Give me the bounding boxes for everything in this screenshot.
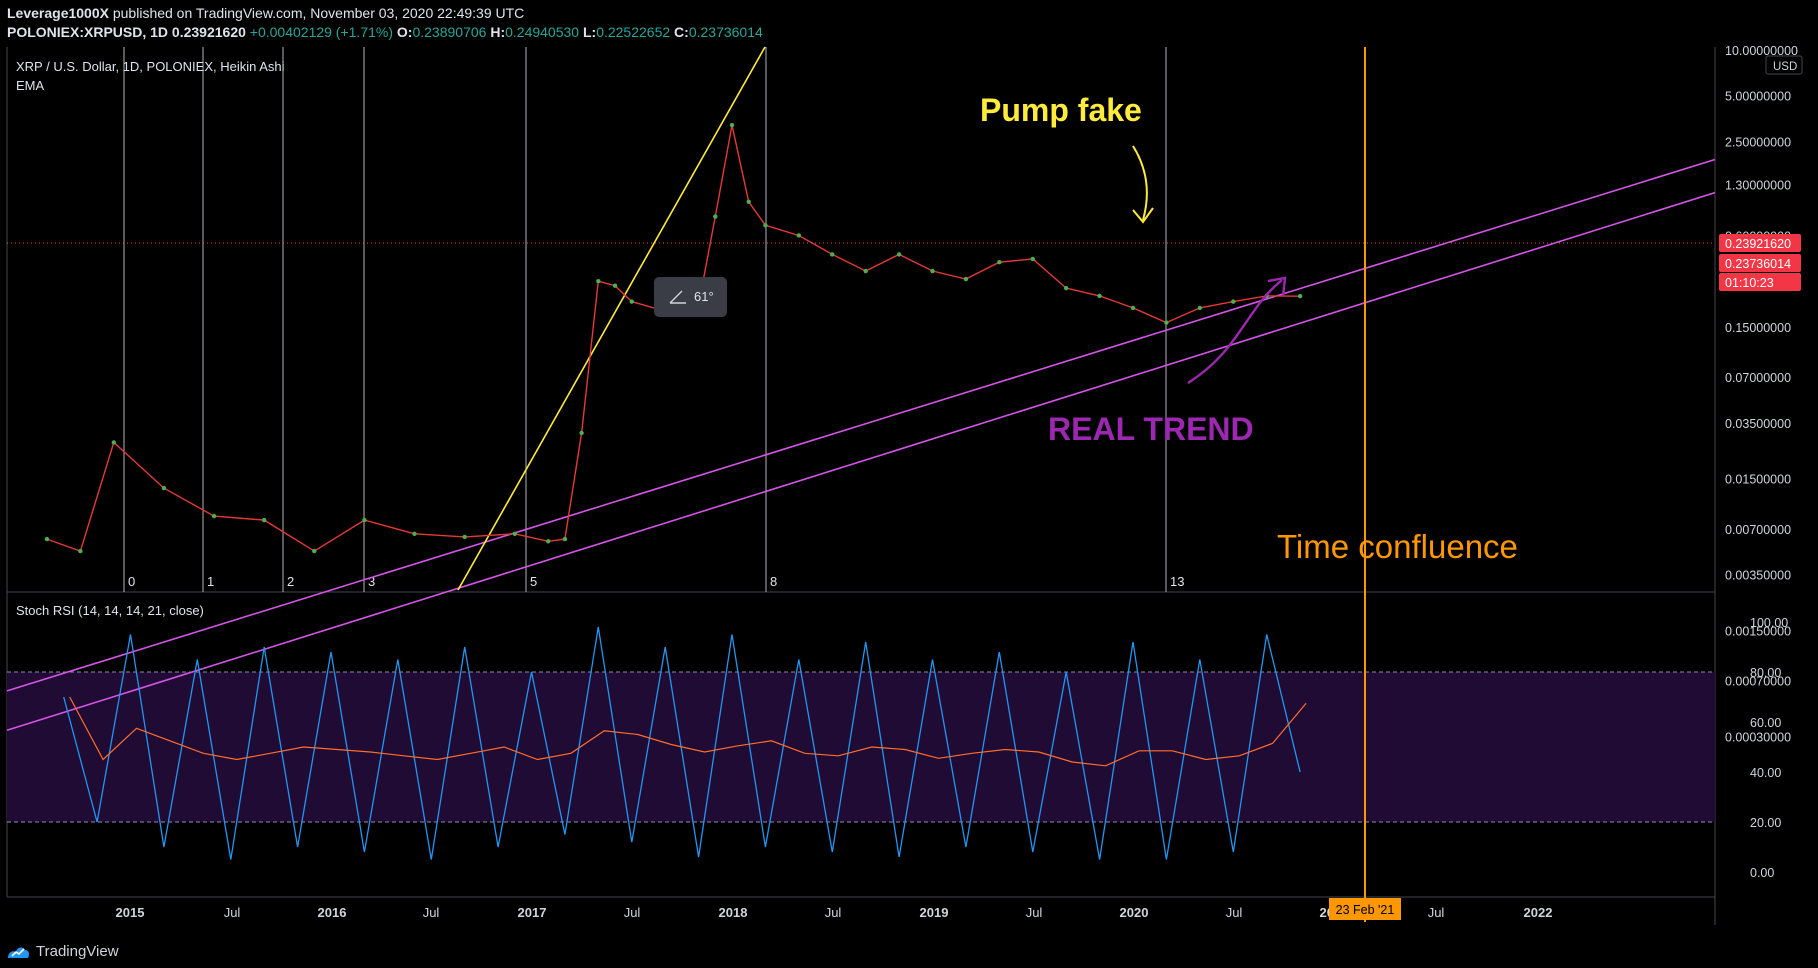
price-point [44,536,50,542]
time-tick-label: 2019 [920,905,949,920]
price-point [579,430,584,436]
time-tick-label: Jul [1428,905,1445,920]
time-tick-label: 2022 [1524,905,1553,920]
price-point [746,199,751,204]
price-point [161,485,167,491]
price-tick-label: 2.50000000 [1725,135,1791,149]
price-tick-label: 0.00350000 [1725,569,1791,583]
stoch-tick-label: 40.00 [1750,766,1781,780]
angle-value: 61° [694,289,714,304]
price-point [546,539,551,544]
price-point [312,548,317,554]
pump-fake-arrow [1132,145,1148,221]
time-tick-label: 2020 [1120,905,1149,920]
angle-badge [654,277,727,317]
angle-line [457,46,766,591]
price-tick-label: 0.03500000 [1725,417,1791,431]
price-label: 0.23736014 [1725,257,1791,271]
price-tick-label: 1.30000000 [1725,179,1791,193]
price-point [1297,293,1303,299]
stoch-band [7,672,1715,822]
price-point [596,278,601,284]
price-point [729,122,735,128]
time-tick-label: Jul [825,905,842,920]
price-tick-label: 0.07000000 [1725,371,1791,385]
price-point [1130,305,1136,311]
cycle-marker: 1 [207,574,214,589]
annotation-time-confluence: Time confluence [1277,528,1518,565]
time-tick-label: 2018 [719,905,748,920]
cycle-marker: 0 [128,574,135,589]
cycle-marker: 5 [530,574,537,589]
price-point [796,233,802,238]
price-point [713,214,718,219]
price-point [111,440,116,445]
price-point [412,531,417,536]
price-point [362,517,367,523]
time-tick-label: 2017 [518,905,547,920]
price-label: 01:10:23 [1725,276,1774,290]
currency-label: USD [1773,61,1797,73]
time-tick-label: Jul [1026,905,1043,920]
time-tick-label: Jul [1226,905,1243,920]
time-tick-label: 2016 [318,905,347,920]
price-point [930,268,935,274]
price-series-line [46,124,1301,553]
cycle-marker: 2 [287,574,294,589]
price-point [612,283,618,288]
footer-brand[interactable]: TradingView [6,943,119,960]
stoch-tick-label: 60.00 [1750,716,1781,730]
price-point [78,548,83,554]
price-point [997,260,1002,265]
price-point [1197,305,1203,311]
price-point [1063,285,1069,291]
stoch-tick-label: 80.00 [1750,666,1781,680]
tradingview-logo-icon [8,947,29,958]
time-tick-label: Jul [224,905,241,920]
date-marker-label: 23 Feb '21 [1336,903,1395,917]
cycle-marker: 13 [1170,574,1184,589]
price-point [1164,320,1169,325]
price-point [863,268,868,274]
price-point [512,531,517,536]
price-point [211,513,217,519]
annotation-pump-fake: Pump fake [980,92,1142,128]
price-point [1030,256,1035,262]
price-point [462,534,467,540]
price-point [1097,293,1102,299]
price-tick-label: 5.00000000 [1725,90,1791,104]
brand-name: TradingView [36,943,119,960]
price-point [763,223,768,228]
stoch-tick-label: 20.00 [1750,816,1781,830]
time-tick-label: Jul [624,905,641,920]
price-point [830,252,835,257]
price-point [963,276,969,282]
price-point [1231,299,1236,304]
price-chart[interactable]: 0 1 2 3 5 8 1310.000000005.000000002.500000001… [0,0,1818,968]
annotation-real-trend: REAL TREND [1048,411,1254,447]
price-tick-label: 0.00700000 [1725,523,1791,537]
time-tick-label: 2015 [116,905,145,920]
stoch-tick-label: 0.00 [1750,866,1774,880]
price-point [629,299,634,304]
price-tick-label: 0.00030000 [1725,731,1791,745]
price-label: 0.23921620 [1725,237,1791,251]
trend-line-upper [6,158,1716,692]
price-point [896,252,902,257]
price-tick-label: 0.01500000 [1725,473,1791,487]
stoch-tick-label: 100.00 [1750,616,1788,630]
price-point [261,517,267,523]
price-point [562,536,568,542]
cycle-marker: 8 [770,574,777,589]
time-tick-label: Jul [423,905,440,920]
price-tick-label: 0.15000000 [1725,321,1791,335]
